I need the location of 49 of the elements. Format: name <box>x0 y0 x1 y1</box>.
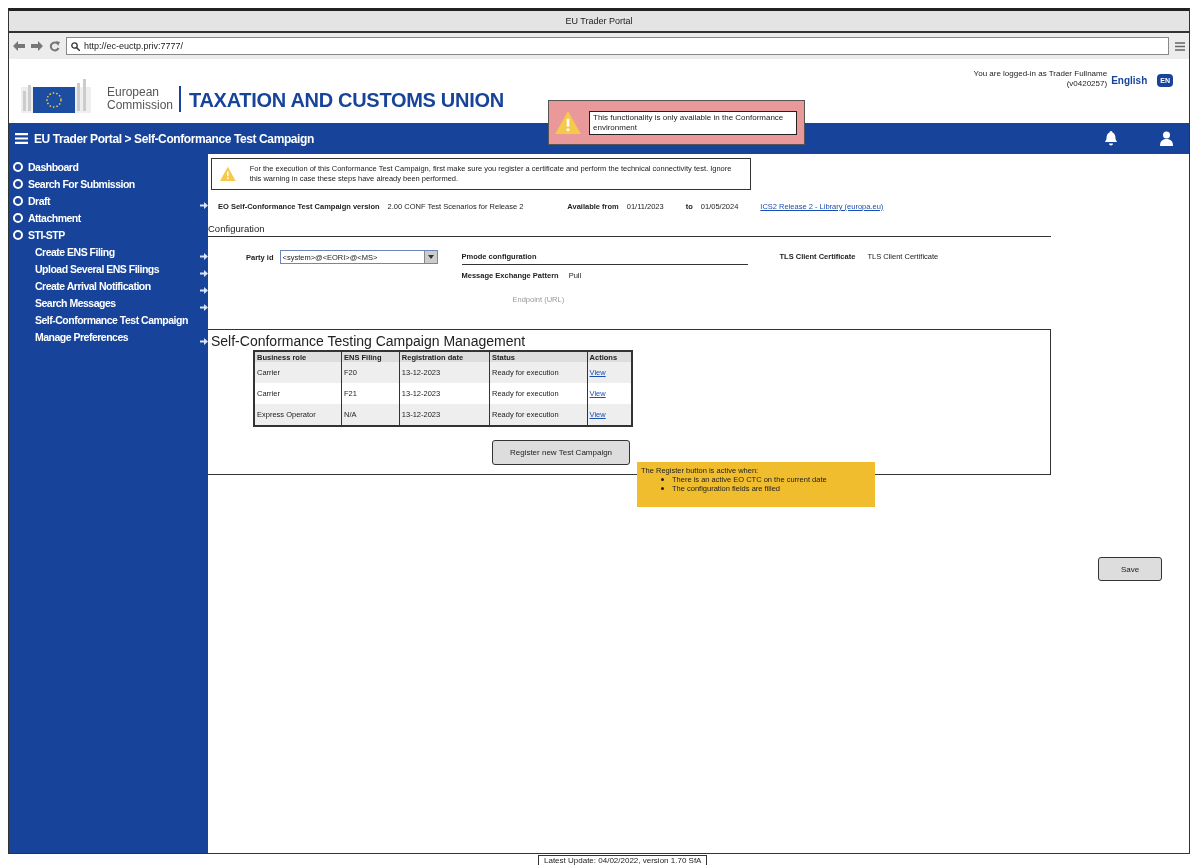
bell-icon[interactable] <box>1104 131 1118 146</box>
search-icon <box>71 41 80 51</box>
footer-text: Latest Update: 04/02/2022, version 1.70 SfA <box>538 855 708 865</box>
bullet-icon <box>13 178 23 189</box>
back-icon[interactable] <box>13 41 25 51</box>
caret-icon <box>427 255 434 259</box>
arrow-right-icon <box>200 253 208 260</box>
user-icon[interactable] <box>1160 131 1173 146</box>
menu-icon[interactable] <box>1175 41 1185 51</box>
section-title: Configuration <box>208 223 1051 237</box>
sidebar-item[interactable]: Draft <box>28 194 200 207</box>
arrow-right-icon <box>200 304 208 311</box>
logo-text: European <box>107 86 161 99</box>
site-title: TAXATION AND CUSTOMS UNION <box>189 88 504 112</box>
user-id: (v0420257) <box>1066 79 1108 89</box>
sidebar-item[interactable]: STI-STP <box>28 228 208 241</box>
sidebar-item[interactable]: Search For Submission <box>28 177 208 190</box>
sidebar-item[interactable]: Dashboard <box>28 160 208 173</box>
window-title: EU Trader Portal <box>565 16 633 26</box>
arrow-right-icon <box>200 270 208 277</box>
reload-icon[interactable] <box>49 40 60 52</box>
arrow-right-icon <box>200 338 208 345</box>
bullet-icon <box>661 478 664 481</box>
sidebar-item[interactable]: Create Arrival Notification <box>35 279 200 292</box>
arrow-right-icon <box>200 287 208 294</box>
panel-title: Self-Conformance Testing Campaign Management <box>211 333 527 349</box>
url-field[interactable]: http://ec-euctp.priv:7777/ <box>66 37 1169 55</box>
sidebar-item[interactable]: Create ENS Filing <box>35 245 200 258</box>
warning-text: This functionality is only available in the Conformance environment <box>589 110 797 135</box>
breadcrumb: EU Trader Portal > Self-Conformance Test Campaign <box>34 131 314 146</box>
register-button[interactable]: Register new Test Campaign <box>492 440 630 465</box>
sidebar-item[interactable]: Attachment <box>28 211 208 224</box>
bullet-icon <box>13 161 23 172</box>
warning-icon <box>555 110 581 135</box>
logo-text: Commission <box>107 99 173 112</box>
forward-icon[interactable] <box>31 41 43 51</box>
warning-icon <box>220 164 236 184</box>
sidebar-item[interactable]: Upload Several ENS Filings <box>35 262 200 275</box>
bullet-icon <box>661 487 664 490</box>
sidebar-item[interactable]: Search Messages <box>35 296 200 309</box>
sidebar-item[interactable]: Self-Conformance Test Campaign <box>35 313 208 326</box>
language-link[interactable]: English <box>1111 75 1148 86</box>
save-button[interactable]: Save <box>1098 557 1162 581</box>
bullet-icon <box>13 229 23 240</box>
user-info: You are logged-in as Trader Fullname <box>973 69 1108 79</box>
arrow-right-icon <box>200 202 208 209</box>
sidebar-item[interactable]: Manage Preferences <box>35 330 200 343</box>
bullet-icon <box>13 212 23 223</box>
bullet-icon <box>13 195 23 206</box>
